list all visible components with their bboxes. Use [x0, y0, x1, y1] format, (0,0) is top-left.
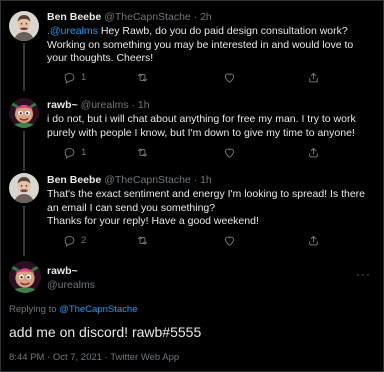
- reply-button[interactable]: 1: [63, 146, 86, 159]
- share-icon: [307, 146, 320, 159]
- tweet-header: Ben Beebe @TheCapnStache · 2h: [47, 11, 377, 23]
- author-name[interactable]: Ben Beebe: [47, 11, 101, 23]
- share-button[interactable]: [307, 234, 320, 247]
- share-button[interactable]: [307, 146, 320, 159]
- main-tweet-author-handle: @urealms: [47, 279, 377, 291]
- reply-count: 1: [81, 147, 87, 158]
- like-icon: [223, 234, 236, 247]
- tweet-thread: Ben Beebe @TheCapnStache · 2h .@urealms …: [0, 0, 384, 372]
- like-icon: [223, 71, 236, 84]
- reply-button[interactable]: 2: [63, 234, 86, 247]
- main-tweet-author-name: rawb~: [47, 265, 377, 277]
- tweet-text: .@urealms Hey Rawb, do you do paid desig…: [47, 25, 375, 66]
- mention-link[interactable]: .@urealms: [47, 25, 98, 37]
- avatar[interactable]: [9, 173, 39, 203]
- thread-line: [23, 43, 25, 91]
- retweet-button[interactable]: [136, 146, 149, 159]
- tweet-header: Ben Beebe @TheCapnStache · 1h: [47, 174, 377, 186]
- tweet-text: i do not, but i will chat about anything…: [47, 113, 375, 140]
- replying-to: Replying to @TheCapnStache: [9, 304, 137, 315]
- like-button[interactable]: [223, 146, 236, 159]
- retweet-button[interactable]: [136, 71, 149, 84]
- tweet-text-line: Thanks for your reply! Have a good weeke…: [47, 215, 259, 228]
- tweet-time[interactable]: 1h: [200, 174, 212, 186]
- tweet-text: That's the exact sentiment and energy I'…: [47, 188, 375, 229]
- like-button[interactable]: [223, 71, 236, 84]
- author-name[interactable]: Ben Beebe: [47, 174, 101, 186]
- reply-button[interactable]: 1: [63, 71, 86, 84]
- thread-line: [23, 131, 25, 171]
- reply-icon: [63, 234, 76, 247]
- retweet-icon: [136, 146, 149, 159]
- tweet-text-content: i do not, but i will chat about anything…: [47, 113, 356, 139]
- author-handle[interactable]: @TheCapnStache: [104, 174, 191, 186]
- separator: ·: [128, 99, 138, 111]
- reply-count: 1: [81, 72, 87, 83]
- retweet-icon: [136, 71, 149, 84]
- thread-line: [23, 206, 25, 256]
- share-icon: [307, 234, 320, 247]
- reply-icon: [63, 146, 76, 159]
- separator: ·: [190, 11, 201, 23]
- author-handle[interactable]: @urealms: [81, 99, 129, 111]
- main-tweet-timestamp[interactable]: 8:44 PM · Oct 7, 2021 · Twitter Web App: [9, 352, 179, 363]
- avatar[interactable]: [9, 261, 41, 293]
- replying-to-prefix: Replying to: [9, 304, 60, 315]
- tweet-time[interactable]: 1h: [138, 99, 150, 111]
- tweet-header: rawb~ @urealms · 1h: [47, 99, 377, 111]
- main-tweet-text: add me on discord! rawb#5555: [9, 324, 202, 340]
- replying-to-handle[interactable]: @TheCapnStache: [59, 304, 137, 315]
- retweet-icon: [136, 234, 149, 247]
- author-name[interactable]: rawb~: [47, 265, 78, 277]
- like-button[interactable]: [223, 234, 236, 247]
- reply-count: 2: [81, 235, 87, 246]
- avatar[interactable]: [9, 98, 39, 128]
- share-icon: [307, 71, 320, 84]
- share-button[interactable]: [307, 71, 320, 84]
- separator: ·: [190, 174, 201, 186]
- like-icon: [223, 146, 236, 159]
- tweet-text-line: That's the exact sentiment and energy I'…: [47, 188, 366, 214]
- tweet-time[interactable]: 2h: [200, 11, 212, 23]
- author-handle[interactable]: @urealms: [47, 279, 95, 291]
- reply-icon: [63, 71, 76, 84]
- retweet-button[interactable]: [136, 234, 149, 247]
- avatar[interactable]: [9, 11, 39, 41]
- author-handle[interactable]: @TheCapnStache: [104, 11, 191, 23]
- more-icon[interactable]: ···: [356, 267, 371, 281]
- author-name[interactable]: rawb~: [47, 99, 78, 111]
